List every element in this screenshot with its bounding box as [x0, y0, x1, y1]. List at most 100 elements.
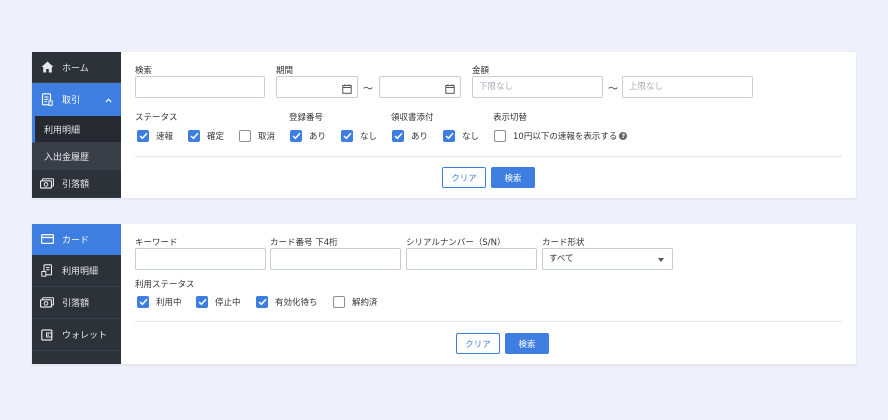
search-button[interactable]: 検索 [491, 167, 535, 188]
sidebar-item-label: 利用明細 [44, 125, 81, 136]
divider [135, 156, 842, 157]
checkbox-label: あり [309, 132, 327, 142]
card-type-value: すべて [549, 254, 574, 264]
period-end-input[interactable] [379, 76, 461, 98]
sidebar-item-label: ホーム [62, 63, 89, 74]
chevron-up-icon [105, 96, 112, 106]
checkbox-label: 10円以下の速報を表示する [513, 132, 618, 142]
card-type-label: カード形状 [542, 238, 585, 248]
checkbox-label: なし [360, 132, 378, 142]
card-number-input[interactable] [270, 248, 401, 270]
checkbox-checked-icon[interactable] [188, 130, 200, 142]
checkbox-label: なし [462, 132, 480, 142]
status-label: ステータス [135, 113, 178, 123]
amount-min-input[interactable]: 下限なし [472, 76, 603, 98]
sidebar-item-deposit-history[interactable]: 入出金履歴 [32, 143, 121, 170]
usage-status-label: 利用ステータス [135, 280, 195, 290]
sidebar-item-card[interactable]: カード [32, 224, 121, 255]
search-input[interactable] [135, 76, 265, 98]
sidebar-item-label: 引落額 [62, 299, 90, 309]
serial-number-input[interactable] [406, 248, 537, 270]
registration-checkbox-no[interactable]: なし [341, 130, 377, 142]
search-label: 検索 [135, 66, 153, 76]
checkbox-label: 取消 [258, 132, 276, 142]
sidebar-item-debit-amount[interactable]: 引落額 [32, 170, 121, 198]
registration-label: 登録番号 [289, 113, 324, 123]
usage-checkbox-cancelled[interactable]: 解約済 [333, 296, 378, 308]
cards-panel: カード 利用明細 引落額 ウォレット キーワード カード番号 下4桁 シリアルナ… [32, 224, 856, 364]
registration-checkbox-yes[interactable]: あり [290, 130, 326, 142]
clear-button[interactable]: クリア [456, 333, 500, 354]
checkbox-checked-icon[interactable] [196, 296, 208, 308]
search-button[interactable]: 検索 [505, 333, 549, 354]
sidebar-item-label: 引落額 [62, 180, 90, 190]
sidebar-item-wallet[interactable]: ウォレット [32, 319, 121, 351]
usage-checkbox-pending-activation[interactable]: 有効化待ち [256, 296, 318, 308]
checkbox-checked-icon[interactable] [137, 130, 149, 142]
checkbox-checked-icon[interactable] [256, 296, 268, 308]
checkbox-unchecked-icon[interactable] [333, 296, 345, 308]
amount-max-input[interactable]: 上限なし [622, 76, 753, 98]
wallet-icon [40, 328, 54, 341]
display-checkbox-small-preliminary[interactable]: 10円以下の速報を表示する ? [494, 130, 628, 142]
sidebar-cards: カード 利用明細 引落額 ウォレット [32, 224, 121, 364]
cards-filter: キーワード カード番号 下4桁 シリアルナンバー（S/N） カード形状 すべて … [121, 224, 856, 364]
checkbox-unchecked-icon[interactable] [239, 130, 251, 142]
transactions-filter: 検索 期間 金額 ～ 下限なし ～ 上限なし ステータス 登録番号 領収書添付 … [121, 52, 856, 198]
amount-separator: ～ [608, 84, 618, 95]
checkbox-checked-icon[interactable] [137, 296, 149, 308]
checkbox-checked-icon[interactable] [392, 130, 404, 142]
receipt-checkbox-no[interactable]: なし [443, 130, 479, 142]
sidebar-item-label: カード [62, 235, 90, 246]
checkbox-label: 利用中 [156, 298, 182, 308]
checkbox-label: 停止中 [215, 298, 241, 308]
sidebar-item-statement[interactable]: 利用明細 [32, 255, 121, 287]
amount-label: 金額 [472, 66, 490, 76]
sidebar-item-debit-amount[interactable]: 引落額 [32, 287, 121, 319]
checkbox-label: 速報 [156, 132, 174, 142]
sidebar-item-usage-details[interactable]: 利用明細 [32, 116, 121, 143]
sidebar-item-home[interactable]: ホーム [32, 52, 121, 83]
period-start-input[interactable] [276, 76, 358, 98]
divider [135, 321, 842, 322]
receipt-checkbox-yes[interactable]: あり [392, 130, 428, 142]
checkbox-label: あり [411, 132, 429, 142]
calendar-icon[interactable] [342, 82, 352, 97]
keyword-label: キーワード [135, 238, 178, 248]
status-checkbox-preliminary[interactable]: 速報 [137, 130, 173, 142]
receipt-label: 領収書添付 [391, 113, 434, 123]
transactions-panel: ホーム 取引 利用明細 入出金履歴 引落額 検索 期間 金額 ～ 下限なし ～ … [32, 52, 856, 198]
checkbox-label: 確定 [207, 132, 225, 142]
sidebar-item-label: 利用明細 [62, 267, 99, 277]
checkbox-checked-icon[interactable] [443, 130, 455, 142]
display-label: 表示切替 [493, 113, 528, 123]
home-icon [40, 61, 54, 73]
statement-icon [40, 264, 54, 277]
money-icon [40, 178, 54, 190]
checkbox-label: 有効化待ち [275, 298, 318, 308]
card-icon [40, 233, 54, 245]
dropdown-arrow-icon [658, 258, 664, 262]
sidebar-item-transactions[interactable]: 取引 [32, 83, 121, 116]
status-checkbox-cancelled[interactable]: 取消 [239, 130, 275, 142]
serial-number-label: シリアルナンバー（S/N） [406, 238, 506, 248]
keyword-input[interactable] [135, 248, 266, 270]
checkbox-checked-icon[interactable] [341, 130, 353, 142]
usage-checkbox-suspended[interactable]: 停止中 [196, 296, 241, 308]
sidebar-transactions: ホーム 取引 利用明細 入出金履歴 引落額 [32, 52, 121, 198]
period-label: 期間 [276, 66, 294, 76]
status-checkbox-confirmed[interactable]: 確定 [188, 130, 224, 142]
clear-button[interactable]: クリア [442, 167, 486, 188]
help-icon[interactable]: ? [619, 132, 628, 140]
period-separator: ～ [363, 84, 373, 95]
usage-checkbox-active[interactable]: 利用中 [137, 296, 182, 308]
receipt-icon [40, 92, 54, 106]
calendar-icon[interactable] [445, 82, 455, 97]
card-number-label: カード番号 下4桁 [270, 238, 338, 248]
sidebar-item-label: 取引 [62, 95, 81, 106]
sidebar-item-label: 入出金履歴 [44, 152, 90, 163]
checkbox-unchecked-icon[interactable] [494, 130, 506, 142]
card-type-select[interactable]: すべて [542, 248, 673, 270]
checkbox-checked-icon[interactable] [290, 130, 302, 142]
money-icon [40, 297, 54, 309]
